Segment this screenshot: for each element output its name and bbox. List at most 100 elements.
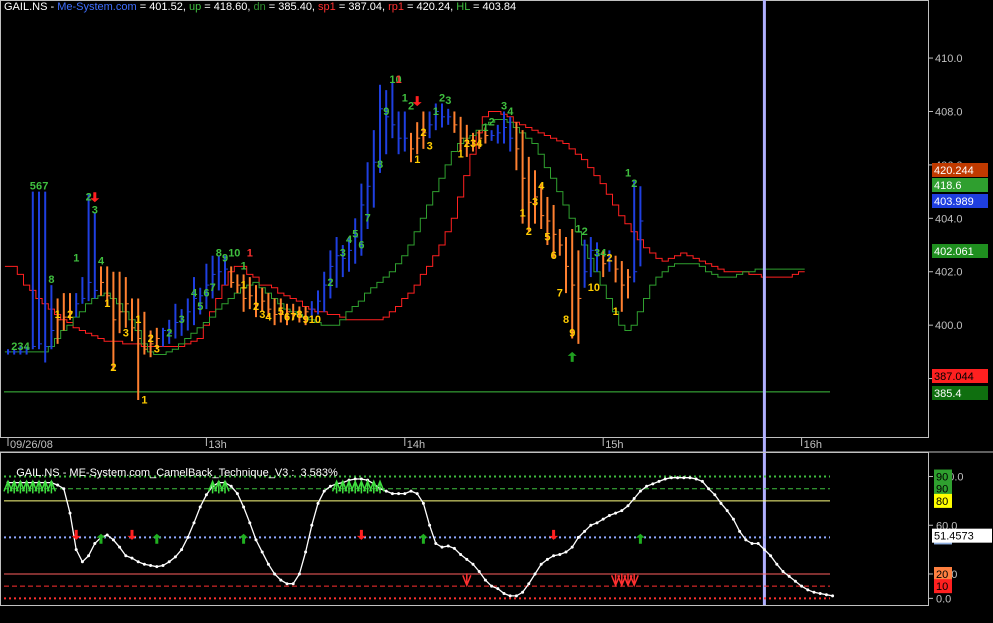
camelback-point xyxy=(812,590,816,594)
camelback-point xyxy=(583,529,587,533)
setup-count-label: 3 xyxy=(532,197,538,209)
camelback-point xyxy=(818,591,822,595)
camelback-point xyxy=(620,509,624,513)
setup-count-label: 1 xyxy=(135,314,141,326)
camelback-point xyxy=(533,572,537,576)
camelback-point xyxy=(483,578,487,582)
buy-arrow-icon xyxy=(239,533,249,544)
camelback-point xyxy=(638,489,642,493)
camelback-point xyxy=(248,521,252,525)
setup-count-label: 8 xyxy=(216,247,222,259)
setup-count-label: 2 xyxy=(631,178,637,190)
camelback-point xyxy=(552,554,556,558)
camelback-point xyxy=(198,505,202,509)
chart-canvas[interactable]: 09/26/0813h14h15h16h398.0400.0402.0404.0… xyxy=(0,0,993,618)
time-tick-label: 15h xyxy=(605,439,623,451)
camelback-point xyxy=(68,511,72,515)
header-segment: HL xyxy=(456,1,470,13)
header-segment: GAIL.NS xyxy=(4,1,48,13)
buy-arrow-icon xyxy=(567,351,577,362)
camelback-point xyxy=(694,477,698,481)
setup-count-label: 1 xyxy=(247,247,253,259)
setup-count-label: 8 xyxy=(48,274,54,286)
header-segment: up xyxy=(188,1,202,13)
camelback-point xyxy=(266,562,270,566)
setup-count-label: 10 xyxy=(309,314,321,326)
camelback-point xyxy=(688,476,692,480)
header-segment: = 420.24, xyxy=(404,1,457,13)
header-segment: = 401.52, xyxy=(136,1,189,13)
camelback-point xyxy=(310,523,314,527)
price-pane[interactable]: 09/26/0813h14h15h16h398.0400.0402.0404.0… xyxy=(0,0,993,605)
setup-count-label: 2 xyxy=(489,117,495,129)
price-badge-label: 402.061 xyxy=(934,246,974,258)
camelback-point xyxy=(397,492,401,496)
camelback-point xyxy=(595,521,599,525)
camelback-point xyxy=(719,501,723,505)
buy-arrow-icon xyxy=(96,533,106,544)
camelback-point xyxy=(490,584,494,588)
camelback-point xyxy=(167,560,171,564)
camelback-point xyxy=(496,587,500,591)
setup-count-label: 5 xyxy=(544,231,550,243)
setup-count-label: 3 xyxy=(123,328,129,340)
camelback-point xyxy=(831,594,835,598)
chart-window: 09/26/0813h14h15h16h398.0400.0402.0404.0… xyxy=(0,0,993,618)
price-badge-label: 385.4 xyxy=(934,388,962,400)
camelback-point xyxy=(769,554,773,558)
camelback-point xyxy=(707,487,711,491)
setup-count-label: 3 xyxy=(445,95,451,107)
price-badge-label: 403.989 xyxy=(934,196,974,208)
camelback-point xyxy=(589,523,593,527)
camelback-point xyxy=(762,548,766,552)
camelback-point xyxy=(105,533,109,537)
camelback-point xyxy=(428,523,432,527)
camelback-point xyxy=(446,544,450,548)
price-badge-label: 418.6 xyxy=(934,180,962,192)
indicator-pane-header: GAIL.NS - ME-System.com_CamelBack_Techni… xyxy=(4,455,338,491)
setup-count-label: 4 xyxy=(476,138,483,150)
camelback-point xyxy=(700,479,704,483)
setup-count-label: 8 xyxy=(296,309,302,321)
camelback-point xyxy=(713,493,717,497)
setup-count-label: 1 xyxy=(433,106,439,118)
camelback-point xyxy=(521,590,525,594)
setup-count-label: 1 xyxy=(141,394,147,406)
camelback-point xyxy=(136,560,140,564)
setup-count-label: 1 xyxy=(520,207,526,219)
camelback-point xyxy=(291,582,295,586)
camelback-point xyxy=(607,514,611,518)
camelback-point xyxy=(142,562,146,566)
camelback-point xyxy=(409,489,413,493)
setup-count-label: 7 xyxy=(365,213,371,225)
setup-count-label: 3 xyxy=(17,341,23,353)
level-badge-label: 10 xyxy=(936,581,948,593)
camelback-point xyxy=(93,542,97,546)
setup-count-label: 1 xyxy=(73,253,79,265)
setup-count-label: 1 xyxy=(396,74,402,86)
camelback-point xyxy=(118,545,122,549)
setup-count-label: 4 xyxy=(24,341,31,353)
camelback-point xyxy=(390,492,394,496)
camelback-point xyxy=(403,492,407,496)
setup-count-label: 10 xyxy=(588,282,600,294)
camelback-point xyxy=(738,529,742,533)
camelback-point xyxy=(124,554,128,558)
setup-count-label: 2 xyxy=(420,127,426,139)
setup-count-label: 5 xyxy=(30,181,36,193)
header-segment: Me-System.com xyxy=(57,1,137,13)
camelback-point xyxy=(161,563,165,567)
price-tick-label: 408.0 xyxy=(935,106,963,118)
camelback-point xyxy=(471,562,475,566)
camelback-point xyxy=(421,501,425,505)
camelback-point xyxy=(502,591,506,595)
camelback-point xyxy=(744,538,748,542)
price-badge-label: 420.244 xyxy=(934,165,974,177)
setup-count-label: 2 xyxy=(86,191,92,203)
setup-count-label: 6 xyxy=(358,239,364,251)
setup-count-label: 7 xyxy=(557,287,563,299)
camelback-point xyxy=(676,476,680,480)
setup-count-label: 4 xyxy=(191,287,198,299)
camelback-point xyxy=(235,492,239,496)
camelback-point xyxy=(570,545,574,549)
